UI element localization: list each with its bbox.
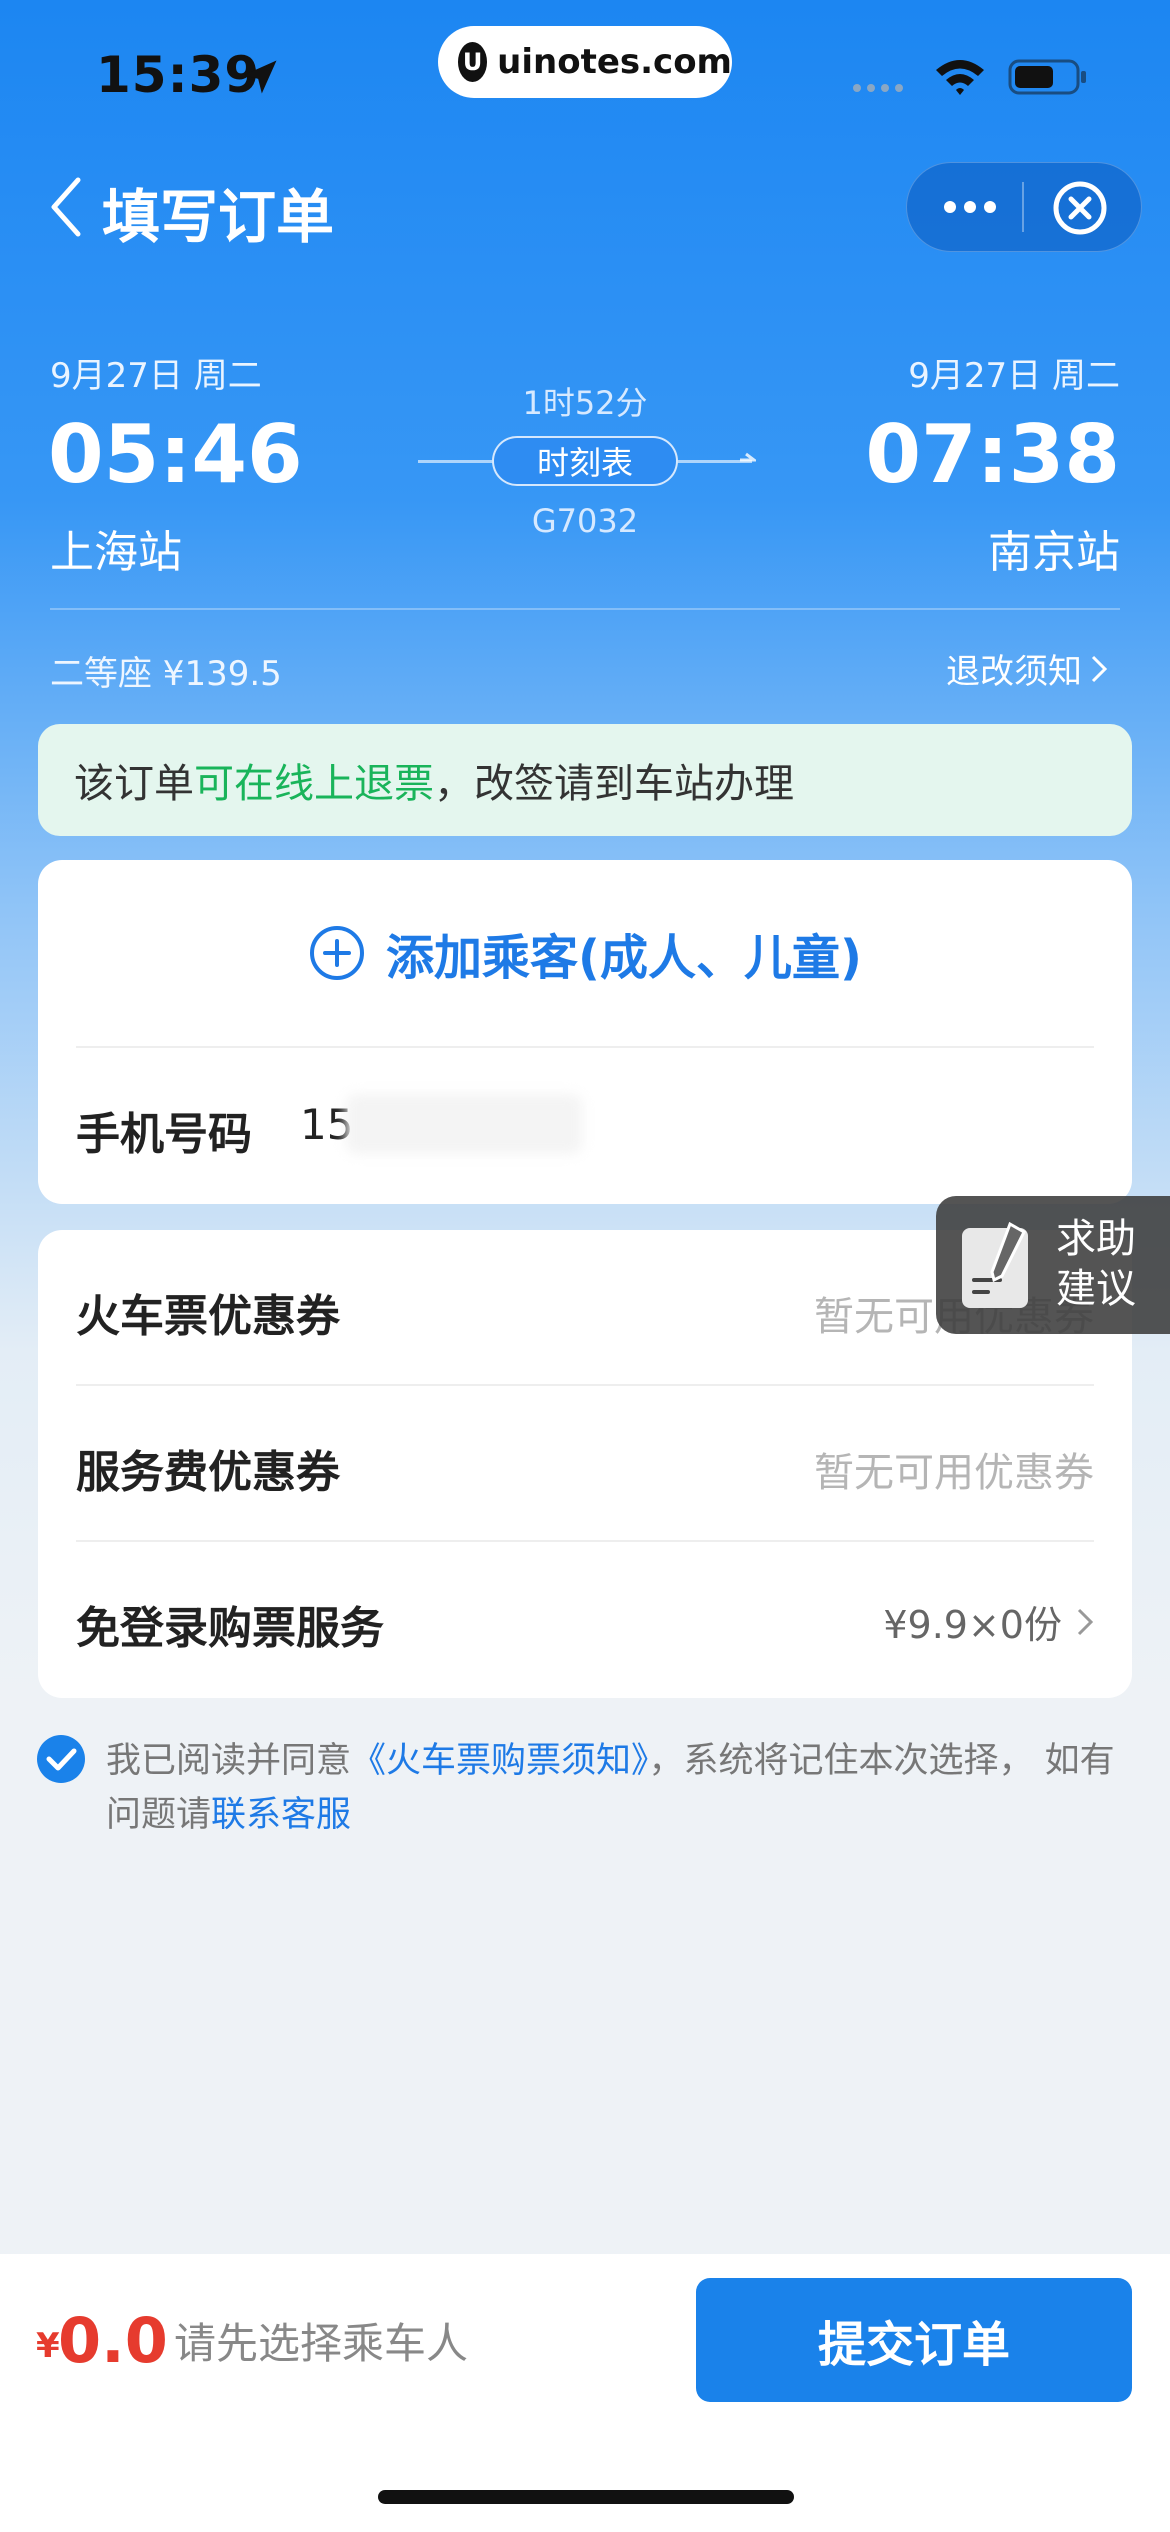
add-circle-icon <box>310 926 365 980</box>
chevron-right-icon <box>1091 655 1108 682</box>
agreement-text: 我已阅读并同意《火车票购票须知》，系统将记住本次选择， 如有问题请联系客服 <box>106 1734 1136 1842</box>
price-currency: ¥ <box>36 2326 60 2366</box>
add-passenger-label: 添加乘客(成人、儿童) <box>386 930 862 986</box>
divider <box>76 1540 1094 1542</box>
cellular-signal-icon <box>853 84 903 92</box>
route-arrow-icon <box>740 452 756 462</box>
timetable-button[interactable]: 时刻表 <box>492 436 678 486</box>
add-passenger-button[interactable]: 添加乘客(成人、儿童) <box>0 918 1170 988</box>
brand-text: uinotes.com <box>497 42 732 82</box>
close-icon[interactable] <box>1052 180 1108 236</box>
seat-info: 二等座 ¥139.5 <box>50 654 282 694</box>
price-hint: 请先选择乘车人 <box>174 2319 469 2368</box>
help-label-line1: 求助 <box>1056 1216 1136 1262</box>
location-arrow-icon <box>243 60 277 94</box>
brand-badge: U uinotes.com <box>438 26 732 98</box>
more-icon[interactable] <box>940 190 1000 224</box>
home-indicator <box>378 2490 794 2504</box>
refund-rules-link[interactable]: 退改须知 <box>946 644 1108 693</box>
refund-notice-banner: 该订单 可在线上退票 ，改签请到车站办理 <box>38 724 1132 836</box>
capsule-divider <box>1022 182 1024 232</box>
login-free-service-value[interactable]: ¥9.9×0份 <box>883 1594 1094 1649</box>
ticket-notice-link[interactable]: 《火车票购票须知》 <box>351 1741 649 1781</box>
service-coupon-value[interactable]: 暂无可用优惠券 <box>814 1440 1094 1498</box>
total-price: 0.0 <box>58 2304 168 2377</box>
agreement-checkbox-icon[interactable] <box>36 1734 86 1784</box>
customer-service-link[interactable]: 联系客服 <box>211 1795 351 1835</box>
login-free-service-label: 免登录购票服务 <box>76 1603 384 1654</box>
train-number: G7032 <box>531 502 639 540</box>
divider <box>76 1046 1094 1048</box>
back-chevron-icon[interactable] <box>48 176 84 238</box>
brand-logo: U <box>458 42 488 82</box>
phone-redaction <box>346 1094 582 1154</box>
status-time: 15:39 <box>96 46 261 104</box>
chevron-right-icon <box>1077 1608 1094 1635</box>
banner-highlight: 可在线上退票 <box>194 761 434 807</box>
trip-duration: 1时52分 <box>522 384 648 422</box>
divider <box>50 608 1120 610</box>
wifi-icon <box>936 60 984 95</box>
feedback-pen-icon <box>962 1221 1028 1308</box>
banner-suffix: ，改签请到车站办理 <box>434 761 794 807</box>
phone-label: 手机号码 <box>76 1109 252 1160</box>
battery-icon <box>1008 59 1086 95</box>
banner-prefix: 该订单 <box>74 761 194 807</box>
divider <box>76 1384 1094 1386</box>
refund-rules-label: 退改须知 <box>946 652 1082 692</box>
page-title: 填写订单 <box>102 183 335 251</box>
submit-order-button[interactable]: 提交订单 <box>696 2278 1132 2402</box>
login-free-service-price: ¥9.9×0份 <box>883 1603 1062 1647</box>
service-coupon-label: 服务费优惠券 <box>76 1447 340 1498</box>
help-label-line2: 建议 <box>1056 1266 1136 1312</box>
train-coupon-label: 火车票优惠券 <box>76 1291 340 1342</box>
help-label: 求助 建议 <box>1056 1214 1136 1314</box>
agreement-prefix: 我已阅读并同意 <box>106 1741 352 1781</box>
